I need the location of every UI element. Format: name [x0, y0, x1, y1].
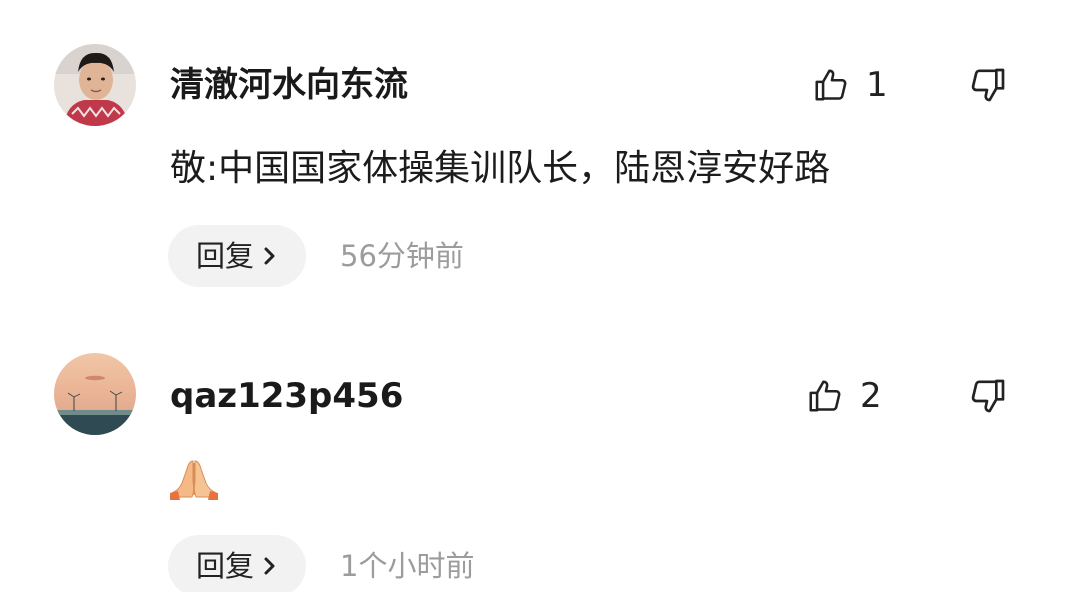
thumbs-down-icon[interactable] [968, 65, 1008, 105]
thumbs-up-icon[interactable] [806, 377, 844, 415]
wind-turbine-sunset-avatar [54, 353, 136, 435]
like-button[interactable]: 1 [812, 65, 888, 105]
folded-hands-icon [168, 457, 220, 505]
like-count: 1 [866, 65, 888, 105]
avatar[interactable] [54, 44, 136, 126]
reply-label: 回复 [195, 549, 254, 583]
comment-text: 敬:中国国家体操集训队长，陆恩淳安好路 [170, 148, 831, 189]
comment-list: 清澈河水向东流 1 敬:中国国家体操集训队长，陆恩淳安好路 回复 56分钟前 q… [0, 0, 1080, 592]
chevron-right-icon [260, 245, 278, 267]
thumbs-down-icon[interactable] [968, 376, 1008, 416]
thumbs-up-icon[interactable] [812, 66, 850, 104]
avatar[interactable] [54, 353, 136, 435]
dislike-button[interactable] [968, 376, 1008, 416]
dislike-button[interactable] [968, 65, 1008, 105]
like-button[interactable]: 2 [806, 376, 882, 416]
timestamp: 1个小时前 [340, 549, 475, 583]
reply-button[interactable]: 回复 [168, 225, 306, 287]
chevron-right-icon [260, 555, 278, 577]
timestamp: 56分钟前 [340, 239, 464, 273]
username[interactable]: 清澈河水向东流 [170, 65, 408, 105]
username[interactable]: qaz123p456 [170, 376, 403, 416]
comment-item: qaz123p456 2 回复 1个小时前 [0, 300, 1080, 592]
reply-label: 回复 [195, 239, 254, 273]
user-photo-avatar [54, 44, 136, 126]
reply-button[interactable]: 回复 [168, 535, 306, 592]
like-count: 2 [860, 376, 882, 416]
comment-item: 清澈河水向东流 1 敬:中国国家体操集训队长，陆恩淳安好路 回复 56分钟前 [0, 0, 1080, 300]
